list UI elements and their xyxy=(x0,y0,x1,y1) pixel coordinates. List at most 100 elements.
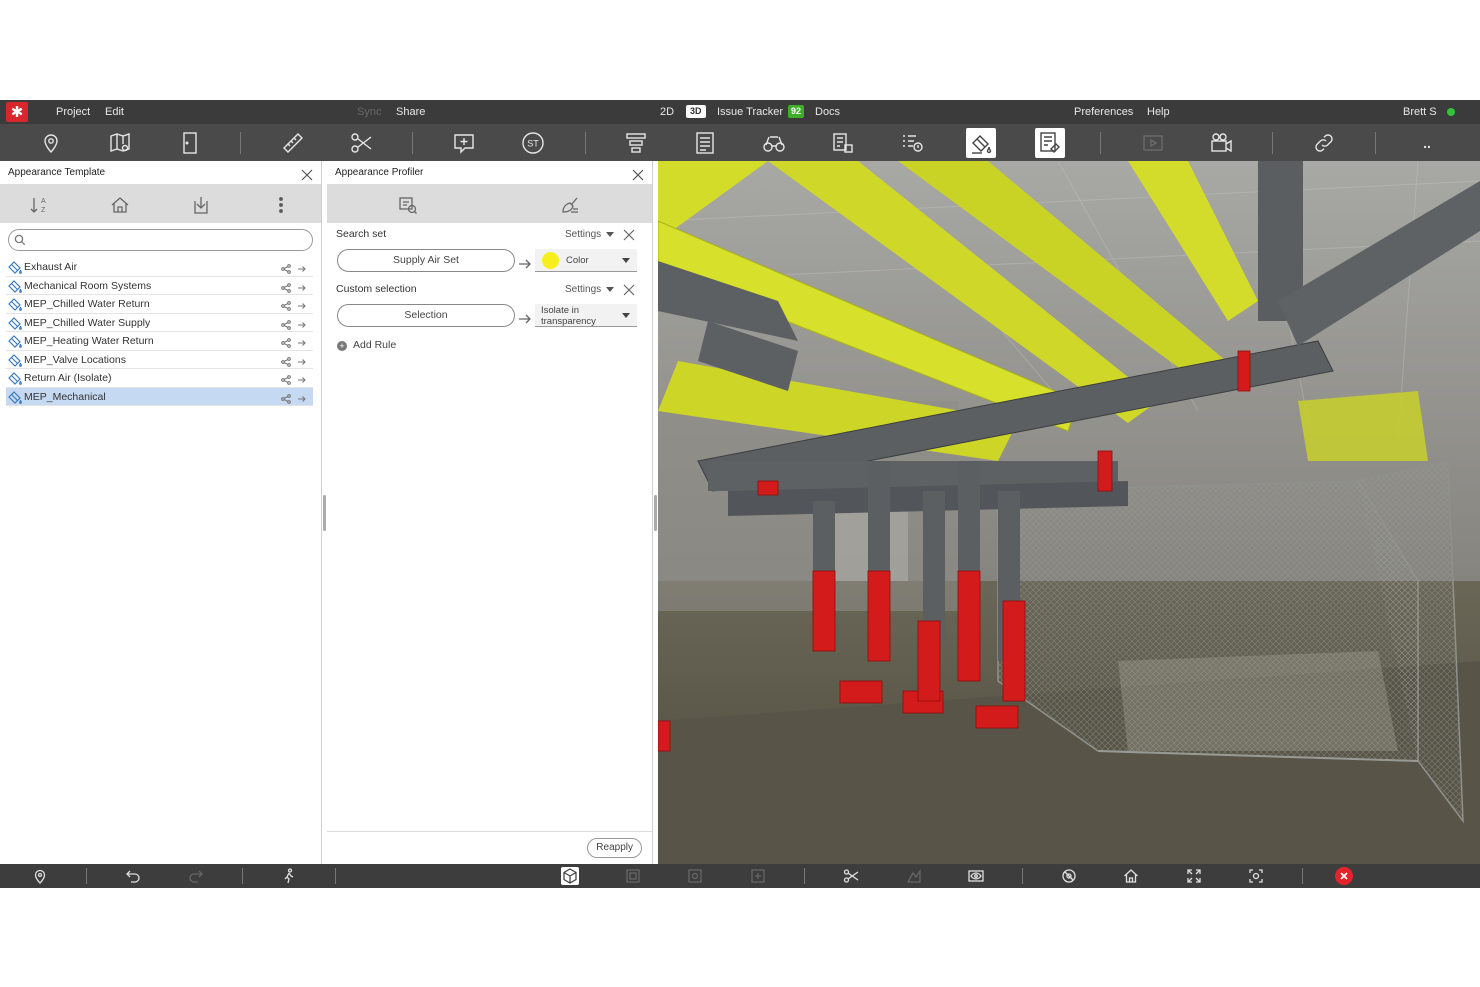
stop-close-icon[interactable] xyxy=(1335,867,1353,885)
arrow-right-icon xyxy=(518,311,532,324)
share-icon[interactable] xyxy=(281,392,291,404)
search-set-icon[interactable] xyxy=(397,194,419,216)
panel-title: Appearance Template xyxy=(8,167,106,178)
section-cut-icon[interactable] xyxy=(842,867,860,885)
apply-arrow-icon[interactable] xyxy=(297,281,307,291)
fly-mode-icon[interactable] xyxy=(905,867,923,885)
ruler-icon[interactable] xyxy=(278,128,308,158)
template-list-item[interactable]: Return Air (Isolate) xyxy=(6,369,313,388)
search-input[interactable] xyxy=(29,232,309,248)
template-list-item[interactable]: Mechanical Room Systems xyxy=(6,277,313,295)
screenshot-icon[interactable] xyxy=(1247,867,1265,885)
camera-icon[interactable] xyxy=(1207,128,1237,158)
close-icon[interactable] xyxy=(632,167,644,181)
focus-view-icon[interactable] xyxy=(749,867,767,885)
apply-arrow-icon[interactable] xyxy=(297,318,307,328)
clear-brush-icon[interactable] xyxy=(559,194,581,216)
menu-docs[interactable]: Docs xyxy=(815,106,840,118)
add-comment-icon[interactable] xyxy=(449,128,479,158)
menu-help[interactable]: Help xyxy=(1147,106,1170,118)
color-swatch[interactable] xyxy=(542,252,559,269)
action-dropdown-isolate[interactable]: Isolate in transparency xyxy=(535,304,637,327)
paint-bucket-icon xyxy=(8,390,22,404)
search-set-selector[interactable]: Supply Air Set xyxy=(337,249,515,272)
apply-arrow-icon[interactable] xyxy=(297,299,307,309)
appearance-profiler-icon[interactable] xyxy=(1035,128,1065,158)
rule-settings-dropdown[interactable]: Settings xyxy=(565,284,615,295)
selection-selector[interactable]: Selection xyxy=(337,304,515,327)
video-icon[interactable] xyxy=(1138,128,1168,158)
main-toolbar: ST .. xyxy=(0,124,1480,161)
apply-arrow-icon[interactable] xyxy=(297,373,307,383)
action-dropdown-color[interactable]: Color xyxy=(535,249,637,272)
scissors-icon[interactable] xyxy=(347,128,377,158)
share-icon[interactable] xyxy=(281,318,291,330)
share-icon[interactable] xyxy=(281,262,291,274)
share-icon[interactable] xyxy=(281,299,291,311)
binoculars-icon[interactable] xyxy=(759,128,789,158)
template-list-item[interactable]: MEP_Valve Locations xyxy=(6,351,313,369)
template-list-item[interactable]: MEP_Chilled Water Return xyxy=(6,295,313,314)
apply-arrow-icon[interactable] xyxy=(297,336,307,346)
template-search[interactable] xyxy=(8,229,313,251)
template-list-item[interactable]: MEP_Mechanical xyxy=(6,387,313,406)
perspective-cube-icon[interactable] xyxy=(561,867,579,885)
reapply-button[interactable]: Reapply xyxy=(587,838,642,858)
add-rule-button[interactable]: + Add Rule xyxy=(337,339,396,351)
walk-mode-icon[interactable] xyxy=(280,867,298,885)
more-icon[interactable]: .. xyxy=(1412,128,1442,158)
template-list-item[interactable]: MEP_Chilled Water Supply xyxy=(6,314,313,332)
location-pin-icon[interactable] xyxy=(36,128,66,158)
door-icon[interactable] xyxy=(175,128,205,158)
layers-icon[interactable] xyxy=(621,128,651,158)
list-icon[interactable] xyxy=(690,128,720,158)
apply-arrow-icon[interactable] xyxy=(297,355,307,365)
location-pin-icon[interactable] xyxy=(31,867,49,885)
menu-preferences[interactable]: Preferences xyxy=(1074,106,1133,118)
menu-sync[interactable]: Sync xyxy=(357,106,381,118)
redo-icon[interactable] xyxy=(187,867,205,885)
share-icon[interactable] xyxy=(281,355,291,367)
middle-splitter-handle[interactable] xyxy=(654,495,657,531)
menu-project[interactable]: Project xyxy=(56,106,90,118)
remove-rule-icon[interactable] xyxy=(623,283,635,296)
apply-arrow-icon[interactable] xyxy=(297,392,307,402)
orthographic-icon[interactable] xyxy=(624,867,642,885)
view-2d-tab[interactable]: 2D xyxy=(660,106,674,118)
import-icon[interactable] xyxy=(190,194,212,216)
appearance-template-icon[interactable] xyxy=(966,128,996,158)
st-icon[interactable]: ST xyxy=(518,128,548,158)
map-icon[interactable] xyxy=(105,128,135,158)
undo-icon[interactable] xyxy=(124,867,142,885)
home-view-icon[interactable] xyxy=(1122,867,1140,885)
sort-az-icon[interactable]: AZ xyxy=(28,194,50,216)
3d-viewport[interactable] xyxy=(658,161,1480,864)
paint-bucket-icon xyxy=(8,335,22,348)
template-list-item[interactable]: MEP_Heating Water Return xyxy=(6,332,313,351)
menu-issue-tracker[interactable]: Issue Tracker xyxy=(717,106,783,118)
fullscreen-icon[interactable] xyxy=(1185,867,1203,885)
top-view-icon[interactable] xyxy=(686,867,704,885)
visibility-icon[interactable] xyxy=(967,867,985,885)
bottom-toolbar xyxy=(0,864,1480,888)
share-icon[interactable] xyxy=(281,281,291,293)
rule-settings-dropdown[interactable]: Settings xyxy=(565,229,615,240)
share-icon[interactable] xyxy=(281,373,291,385)
link-icon[interactable] xyxy=(1309,128,1339,158)
properties-icon[interactable] xyxy=(897,128,927,158)
panel-footer-divider xyxy=(327,831,652,832)
reset-view-icon[interactable] xyxy=(1060,867,1078,885)
model-tree-icon[interactable] xyxy=(828,128,858,158)
close-icon[interactable] xyxy=(301,167,313,181)
view-3d-tab[interactable]: 3D xyxy=(686,105,706,118)
menu-share[interactable]: Share xyxy=(396,106,425,118)
left-splitter-handle[interactable] xyxy=(323,495,326,531)
home-icon[interactable] xyxy=(109,194,131,216)
apply-arrow-icon[interactable] xyxy=(297,262,307,272)
user-name[interactable]: Brett S xyxy=(1403,106,1437,118)
remove-rule-icon[interactable] xyxy=(623,228,635,241)
menu-edit[interactable]: Edit xyxy=(105,106,124,118)
template-list-item[interactable]: Exhaust Air xyxy=(6,258,313,277)
kebab-menu-icon[interactable] xyxy=(270,194,292,216)
share-icon[interactable] xyxy=(281,336,291,348)
